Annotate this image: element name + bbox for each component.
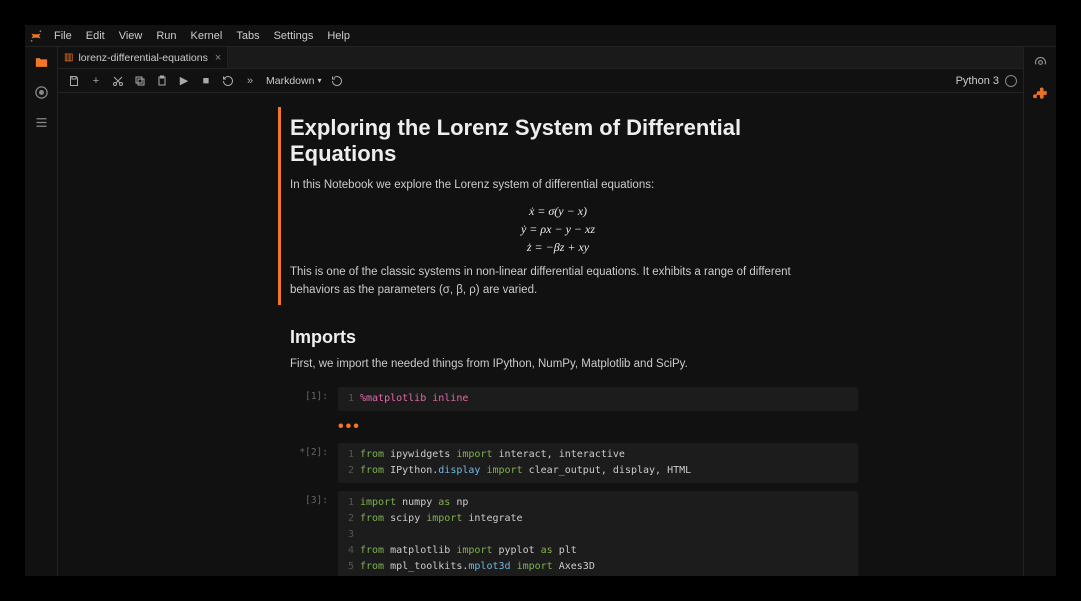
menu-kernel[interactable]: Kernel xyxy=(184,25,230,46)
render-button[interactable] xyxy=(327,71,347,91)
run-all-button[interactable]: » xyxy=(240,71,260,91)
prompt: [3]: xyxy=(278,491,338,576)
kernel-status-icon[interactable] xyxy=(1005,75,1017,87)
code-cell[interactable]: [3]: 1234567 import numpy as np from sci… xyxy=(268,489,1023,576)
code-content[interactable]: %matplotlib inline xyxy=(360,391,858,407)
menu-tabs[interactable]: Tabs xyxy=(229,25,266,46)
chevron-down-icon: ▾ xyxy=(317,76,321,85)
close-icon[interactable]: × xyxy=(215,52,221,64)
cut-button[interactable] xyxy=(108,71,128,91)
kernel-name[interactable]: Python 3 xyxy=(956,75,1003,87)
intro-text: In this Notebook we explore the Lorenz s… xyxy=(290,177,826,194)
paste-button[interactable] xyxy=(152,71,172,91)
classic-text: This is one of the classic systems in no… xyxy=(290,264,826,299)
line-gutter: 1234567 xyxy=(338,495,360,576)
add-cell-button[interactable]: + xyxy=(86,71,106,91)
menu-view[interactable]: View xyxy=(112,25,150,46)
prompt: [1]: xyxy=(278,387,338,411)
notebook-toolbar: + ▶ ■ » Markdown ▾ xyxy=(58,69,1023,93)
equation-block: ẋ = σ(y − x) ẏ = ρx − y − xz ż = −βz + x… xyxy=(290,202,826,256)
equation-2: ẏ = ρx − y − xz xyxy=(290,220,826,238)
equation-3: ż = −βz + xy xyxy=(290,238,826,256)
page-title: Exploring the Lorenz System of Different… xyxy=(290,115,826,167)
notebook-icon: ▥ xyxy=(64,52,73,63)
cell-type-label: Markdown xyxy=(266,75,314,87)
code-cell[interactable]: [1]: 1 %matplotlib inline xyxy=(268,385,1023,413)
markdown-cell[interactable]: Imports First, we import the needed thin… xyxy=(58,311,1023,381)
prompt: *[2]: xyxy=(278,443,338,483)
menubar: File Edit View Run Kernel Tabs Settings … xyxy=(25,25,1056,47)
left-sidebar xyxy=(25,47,58,576)
notebook: Exploring the Lorenz System of Different… xyxy=(58,93,1023,576)
body-row: ▥ lorenz-differential-equations × + xyxy=(25,47,1056,576)
code-cell[interactable]: *[2]: 12 from ipywidgets import interact… xyxy=(268,441,1023,485)
restart-button[interactable] xyxy=(218,71,238,91)
menu-file[interactable]: File xyxy=(47,25,79,46)
menu-settings[interactable]: Settings xyxy=(267,25,321,46)
extension-icon[interactable] xyxy=(1031,83,1049,101)
code-content[interactable]: from ipywidgets import interact, interac… xyxy=(360,447,858,479)
run-button[interactable]: ▶ xyxy=(174,71,194,91)
stop-button[interactable]: ■ xyxy=(196,71,216,91)
code-content[interactable]: import numpy as np from scipy import int… xyxy=(360,495,858,576)
notebook-viewport[interactable]: Exploring the Lorenz System of Different… xyxy=(58,93,1023,576)
markdown-cell[interactable]: Exploring the Lorenz System of Different… xyxy=(58,105,1023,307)
jupyter-logo-icon[interactable] xyxy=(25,25,47,47)
line-gutter: 12 xyxy=(338,447,360,479)
tab-strip: ▥ lorenz-differential-equations × xyxy=(58,47,1023,69)
app-frame: File Edit View Run Kernel Tabs Settings … xyxy=(25,25,1056,576)
folder-icon[interactable] xyxy=(32,53,50,71)
running-icon[interactable] xyxy=(32,83,50,101)
toc-icon[interactable] xyxy=(32,113,50,131)
main-area: ▥ lorenz-differential-equations × + xyxy=(58,47,1023,576)
save-button[interactable] xyxy=(64,71,84,91)
tab-title: lorenz-differential-equations xyxy=(78,52,207,64)
property-inspector-icon[interactable] xyxy=(1031,53,1049,71)
menu-help[interactable]: Help xyxy=(320,25,357,46)
equation-1: ẋ = σ(y − x) xyxy=(290,202,826,220)
output-collapsed-icon[interactable]: ••• xyxy=(338,417,1023,441)
tab-notebook[interactable]: ▥ lorenz-differential-equations × xyxy=(58,47,228,68)
imports-heading: Imports xyxy=(290,327,826,348)
copy-button[interactable] xyxy=(130,71,150,91)
line-gutter: 1 xyxy=(338,391,360,407)
imports-text: First, we import the needed things from … xyxy=(290,356,826,373)
menu-edit[interactable]: Edit xyxy=(79,25,112,46)
cell-type-selector[interactable]: Markdown ▾ xyxy=(262,75,325,87)
menu-run[interactable]: Run xyxy=(149,25,183,46)
right-sidebar xyxy=(1023,47,1056,576)
